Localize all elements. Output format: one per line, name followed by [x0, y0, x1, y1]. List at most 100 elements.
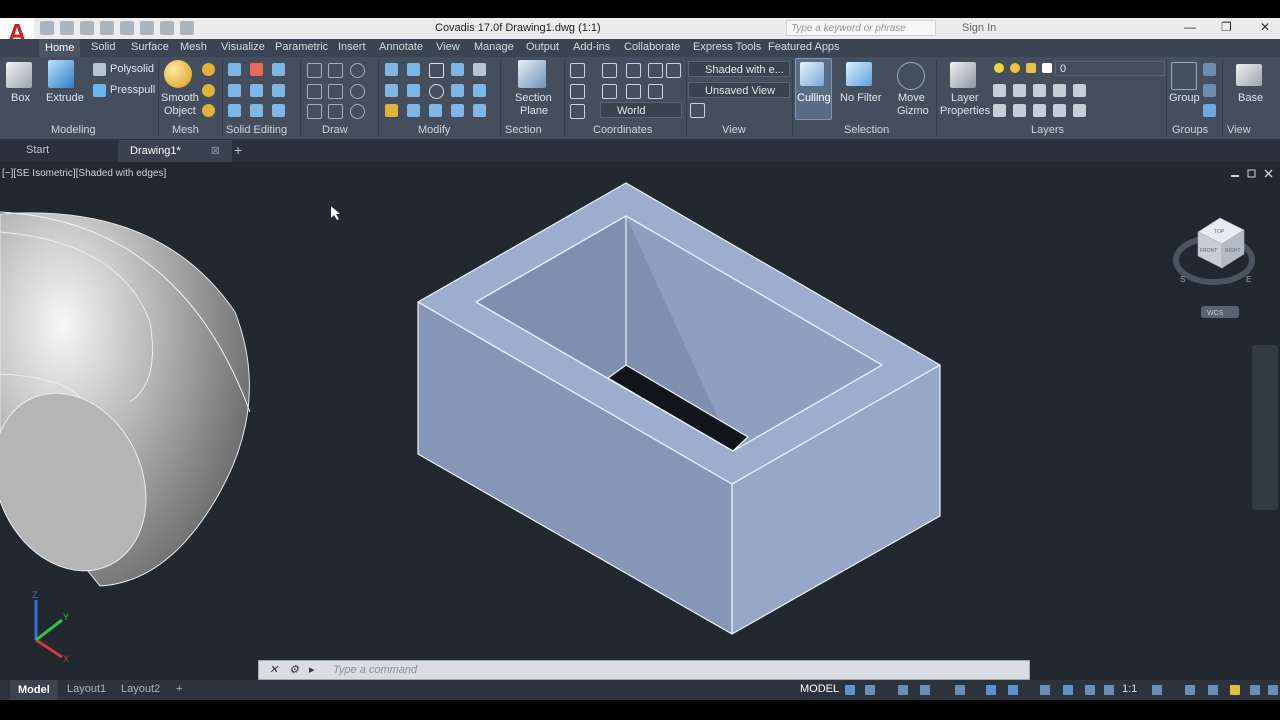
new-icon[interactable]	[40, 21, 54, 35]
command-close-icon[interactable]: ✕	[269, 663, 278, 676]
ucs-view-icon[interactable]	[666, 63, 681, 78]
ucs-world-dropdown[interactable]: World	[600, 102, 682, 118]
navigation-bar[interactable]	[1252, 345, 1278, 510]
intersect-icon[interactable]	[272, 63, 285, 76]
polar-icon[interactable]	[920, 685, 930, 695]
layer-tool-icon[interactable]	[1033, 104, 1046, 117]
command-line[interactable]: ✕ ⚙ ▸ Type a command	[258, 660, 1030, 680]
tab-annotate[interactable]: Annotate	[379, 41, 423, 53]
extract-edges-icon[interactable]	[272, 84, 285, 97]
ortho-icon[interactable]	[898, 685, 908, 695]
panel-view-2[interactable]: View	[1227, 124, 1251, 136]
close-button[interactable]: ✕	[1260, 20, 1270, 34]
ucs-named-icon[interactable]	[570, 104, 585, 119]
tab-manage[interactable]: Manage	[474, 41, 514, 53]
layer-tool-icon[interactable]	[1013, 104, 1026, 117]
wcs-menu[interactable]: WCS	[1207, 310, 1224, 317]
ucs-x-icon[interactable]	[626, 63, 641, 78]
model-viewport[interactable]: Z Y X TOP FRONT RIGHT S E WCS	[0, 162, 1280, 680]
layer-tool-icon[interactable]	[1073, 104, 1086, 117]
slice-icon[interactable]	[228, 84, 241, 97]
tab-home[interactable]: Home	[39, 39, 81, 57]
plot-icon[interactable]	[120, 21, 134, 35]
polyline-icon[interactable]	[307, 63, 322, 78]
isolate-objects-icon[interactable]	[1230, 685, 1240, 695]
auto-scale-icon[interactable]	[1085, 685, 1095, 695]
search-input[interactable]: Type a keyword or phrase	[786, 20, 936, 36]
rectangle-icon[interactable]	[328, 104, 343, 119]
minimize-button[interactable]: —	[1184, 20, 1196, 34]
align-icon[interactable]	[473, 104, 486, 117]
subtract-icon[interactable]	[250, 63, 263, 76]
base-button[interactable]: Base	[1238, 92, 1263, 104]
polysolid-button[interactable]: Polysolid	[110, 63, 154, 75]
tab-start[interactable]: Start	[26, 144, 49, 156]
viewcube[interactable]: TOP FRONT RIGHT S E WCS	[1173, 217, 1255, 318]
panel-modeling[interactable]: Modeling	[51, 124, 96, 136]
move-label[interactable]: Move	[898, 92, 925, 104]
viewcube-right-label[interactable]: RIGHT	[1225, 248, 1241, 254]
viewcube-front-label[interactable]: FRONT	[1200, 248, 1217, 254]
print-icon[interactable]	[140, 21, 154, 35]
viewport-close-icon[interactable]	[1264, 169, 1273, 178]
layer-properties-icon[interactable]	[950, 62, 976, 88]
viewport-canvas[interactable]: Z Y X TOP FRONT RIGHT S E WCS	[0, 162, 1280, 680]
extend-icon[interactable]	[473, 84, 486, 97]
union-icon[interactable]	[228, 63, 241, 76]
lock-icon[interactable]	[1026, 63, 1036, 73]
polygon-icon[interactable]	[307, 104, 322, 119]
separate-icon[interactable]	[250, 104, 263, 117]
copy-icon[interactable]	[407, 63, 420, 76]
group-button[interactable]: Group	[1169, 92, 1200, 104]
model-layout-tab[interactable]: Model	[10, 680, 58, 700]
layer-tool-icon[interactable]	[1033, 84, 1046, 97]
no-filter-icon[interactable]	[846, 62, 872, 86]
erase-icon[interactable]	[385, 104, 398, 117]
annotation-visibility-icon[interactable]	[1063, 685, 1073, 695]
pipe-elbow-solid[interactable]	[0, 211, 251, 596]
object-snap-icon[interactable]	[1008, 685, 1018, 695]
sign-in-link[interactable]: Sign In	[962, 22, 996, 34]
grid-icon[interactable]	[845, 685, 855, 695]
layer-tool-icon[interactable]	[1073, 84, 1086, 97]
spline-icon[interactable]	[328, 63, 343, 78]
gizmo-label[interactable]: Gizmo	[897, 105, 929, 117]
panel-modify[interactable]: Modify	[418, 124, 450, 136]
customization-icon[interactable]	[1268, 685, 1278, 695]
viewport-minimize-icon[interactable]	[1231, 175, 1239, 177]
mirror-icon[interactable]	[385, 63, 398, 76]
close-tab-icon[interactable]: ⊠	[211, 145, 220, 157]
open-icon[interactable]	[60, 21, 74, 35]
redo-icon[interactable]	[180, 21, 194, 35]
layer-tool-icon[interactable]	[1053, 104, 1066, 117]
command-recent-icon[interactable]: ▸	[309, 663, 315, 676]
compass-e-label[interactable]: E	[1246, 275, 1251, 284]
box-icon[interactable]	[6, 62, 32, 88]
annotation-scale-icon[interactable]	[1104, 685, 1114, 695]
section-label[interactable]: Section	[515, 92, 552, 104]
sun-icon[interactable]	[1010, 63, 1020, 73]
layer-tool-icon[interactable]	[993, 104, 1006, 117]
maximize-button[interactable]: ❐	[1221, 20, 1232, 34]
move-icon[interactable]	[429, 63, 444, 78]
ellipse-icon[interactable]	[350, 104, 365, 119]
object-snap-tracking-icon[interactable]	[986, 685, 996, 695]
ucs-object-icon[interactable]	[648, 84, 663, 99]
tab-visualize[interactable]: Visualize	[221, 41, 265, 53]
arc-icon[interactable]	[350, 63, 365, 78]
save-as-icon[interactable]	[100, 21, 114, 35]
viewport-config-icon[interactable]	[690, 103, 705, 118]
shell-icon[interactable]	[228, 104, 241, 117]
stretch-icon[interactable]	[451, 84, 464, 97]
extrude-button[interactable]: Extrude	[46, 92, 84, 104]
panel-mesh[interactable]: Mesh	[172, 124, 199, 136]
layer-tool-icon[interactable]	[1053, 84, 1066, 97]
explode-icon[interactable]	[451, 104, 464, 117]
tab-collaborate[interactable]: Collaborate	[624, 41, 680, 53]
mesh-tool-icon[interactable]	[202, 104, 215, 117]
trim-icon[interactable]	[473, 63, 486, 76]
move-gizmo-icon[interactable]	[897, 62, 925, 90]
ucs-z-icon[interactable]	[648, 63, 663, 78]
tab-insert[interactable]: Insert	[338, 41, 366, 53]
array-icon[interactable]	[451, 63, 464, 76]
